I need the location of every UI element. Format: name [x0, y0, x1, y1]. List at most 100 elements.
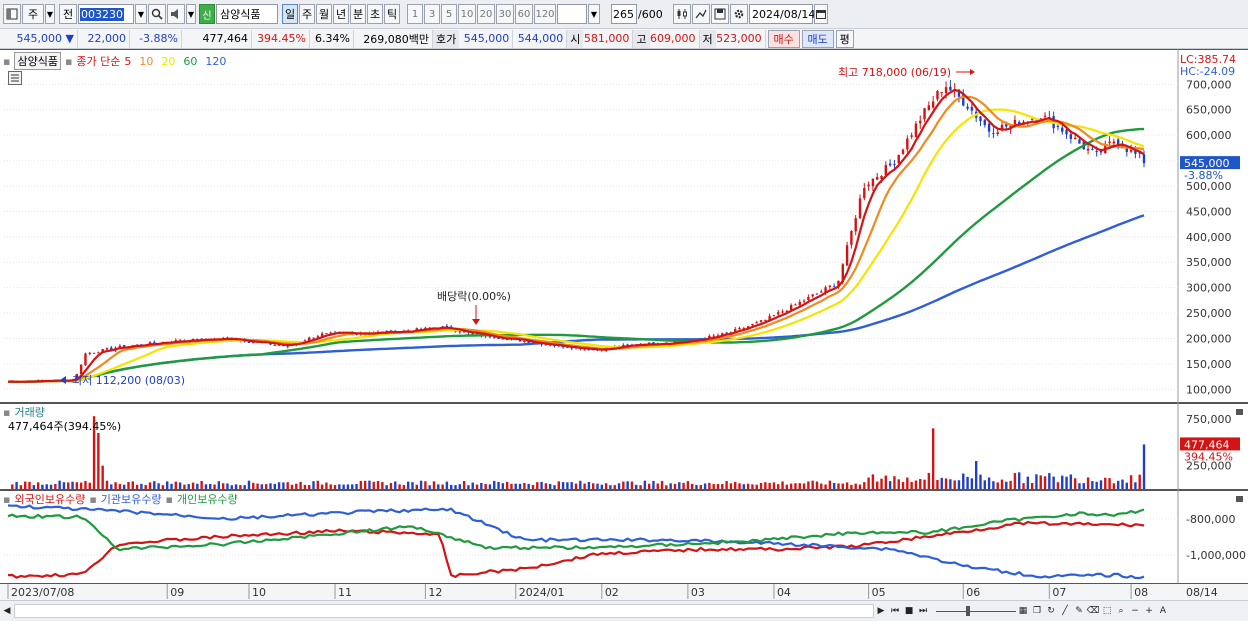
volume-bar: [759, 482, 763, 489]
market-select[interactable]: 주: [22, 4, 44, 24]
select-tool-icon[interactable]: ⬚: [1100, 604, 1114, 618]
volume-bar: [979, 474, 982, 489]
interval-button-20[interactable]: 20: [477, 4, 495, 24]
trend-tool-icon[interactable]: [692, 4, 710, 24]
scroll-left-icon[interactable]: ◀: [0, 604, 14, 618]
zoom-search-icon[interactable]: ⌕: [1114, 604, 1128, 618]
chart-canvas[interactable]: 최고 718,000 (06/19) 최저 112,200 (08/03) 배당락(…: [0, 49, 1248, 600]
line-tool-icon[interactable]: ╱: [1058, 604, 1072, 618]
candle-body: [798, 301, 801, 305]
high-label: 고: [633, 29, 650, 48]
layout-icon[interactable]: [3, 4, 21, 24]
period-tab-6[interactable]: 틱: [384, 4, 400, 24]
chart-menu-icon[interactable]: [8, 71, 22, 85]
code-dropdown-icon[interactable]: ▼: [135, 4, 147, 24]
x-tick-label: 02: [605, 586, 619, 599]
stock-name-field[interactable]: 삼양식품: [216, 4, 278, 24]
count-input[interactable]: 265: [611, 4, 637, 24]
candle-body: [777, 312, 780, 315]
volume-bar: [604, 483, 608, 489]
volume-bar: [540, 481, 543, 489]
candle-body: [312, 337, 315, 339]
zoom-slider[interactable]: [936, 606, 1016, 616]
interval-dropdown-icon[interactable]: ▼: [588, 4, 600, 24]
period-tab-0[interactable]: 일: [282, 4, 298, 24]
volume-bar: [84, 480, 87, 489]
volume-bar: [1142, 444, 1146, 489]
volume-bar: [794, 483, 797, 489]
volume-bar: [484, 484, 487, 489]
interval-button-3[interactable]: 3: [424, 4, 440, 24]
candle-body: [764, 319, 767, 321]
period-tab-2[interactable]: 월: [316, 4, 332, 24]
zoom-in-icon[interactable]: +: [1142, 604, 1156, 618]
period-tab-3[interactable]: 년: [333, 4, 349, 24]
copy-icon[interactable]: ❐: [1030, 604, 1044, 618]
volume-bar: [54, 484, 57, 489]
volume-bar: [75, 482, 79, 489]
sell-button[interactable]: 매도: [801, 29, 834, 48]
candle-body: [983, 119, 986, 126]
chart-area[interactable]: 최고 718,000 (06/19) 최저 112,200 (08/03) 배당락(…: [0, 49, 1248, 600]
average-button[interactable]: 평: [835, 29, 854, 48]
interval-button-30[interactable]: 30: [496, 4, 514, 24]
save-icon[interactable]: [711, 4, 729, 24]
sound-dropdown-icon[interactable]: ▼: [186, 4, 196, 24]
high-label-text: 고: [636, 32, 647, 46]
layout-grid-icon[interactable]: ▦: [1016, 604, 1030, 618]
date-input[interactable]: 2024/08/14: [749, 4, 815, 24]
interval-button-1[interactable]: 1: [407, 4, 423, 24]
scroll-right-icon[interactable]: ▶: [874, 604, 888, 618]
calendar-icon[interactable]: [814, 4, 828, 24]
volume-bar: [505, 481, 509, 489]
price-tick-label: 100,000: [1186, 383, 1232, 396]
volume-bar: [243, 485, 246, 489]
volume-subtitle-text: 477,464주(394.45%): [8, 420, 122, 433]
font-size-icon[interactable]: A: [1156, 604, 1170, 618]
candle-body: [1142, 154, 1146, 164]
candle-body: [923, 108, 926, 120]
period-tab-5[interactable]: 초: [367, 4, 383, 24]
candle-body: [1078, 139, 1081, 144]
first-page-icon[interactable]: ⏮: [888, 604, 902, 618]
legend-bullet-icon: ▪: [89, 492, 97, 506]
period-tab-1[interactable]: 주: [299, 4, 315, 24]
erase-icon[interactable]: ⌫: [1086, 604, 1100, 618]
holding-tick-label: -1,000,000: [1186, 549, 1246, 562]
scroll-track[interactable]: [14, 604, 874, 618]
x-tick-label: 04: [777, 586, 791, 599]
search-icon[interactable]: [148, 4, 166, 24]
volume-bar: [910, 481, 913, 489]
candle-body: [1091, 148, 1094, 150]
low-label: 저: [699, 29, 716, 48]
interval-button-10[interactable]: 10: [458, 4, 476, 24]
gear-icon[interactable]: [730, 4, 748, 24]
candle-body: [1086, 148, 1090, 151]
candle-icon[interactable]: [673, 4, 691, 24]
period-tab-4[interactable]: 분: [350, 4, 366, 24]
interval-button-5[interactable]: 5: [441, 4, 457, 24]
volume-bar: [221, 483, 225, 489]
interval-button-60[interactable]: 60: [515, 4, 533, 24]
interval-button-120[interactable]: 120: [534, 4, 556, 24]
market-dropdown-icon[interactable]: ▼: [45, 4, 55, 24]
legend-ma-5: 5: [124, 54, 132, 68]
refresh-icon[interactable]: ↻: [1044, 604, 1058, 618]
volume-bar: [299, 481, 302, 489]
legend-bullet-icon: ▪: [64, 54, 73, 68]
draw-tool-icon[interactable]: ✎: [1072, 604, 1086, 618]
buy-button[interactable]: 매수: [767, 29, 800, 48]
interval-custom-input[interactable]: [557, 4, 587, 24]
stop-icon[interactable]: ■: [902, 604, 916, 618]
zoom-out-icon[interactable]: −: [1128, 604, 1142, 618]
volume-bar: [372, 481, 375, 489]
volume-bar: [385, 485, 388, 489]
volume-bar: [58, 480, 61, 489]
volume-bar: [901, 482, 905, 489]
last-page-icon[interactable]: ⏭: [916, 604, 930, 618]
volume-bar: [153, 481, 156, 489]
stock-code-input[interactable]: 003230: [78, 4, 134, 24]
volume-bar: [712, 484, 715, 489]
speaker-icon[interactable]: [167, 4, 185, 24]
prev-button[interactable]: 전: [59, 4, 77, 24]
